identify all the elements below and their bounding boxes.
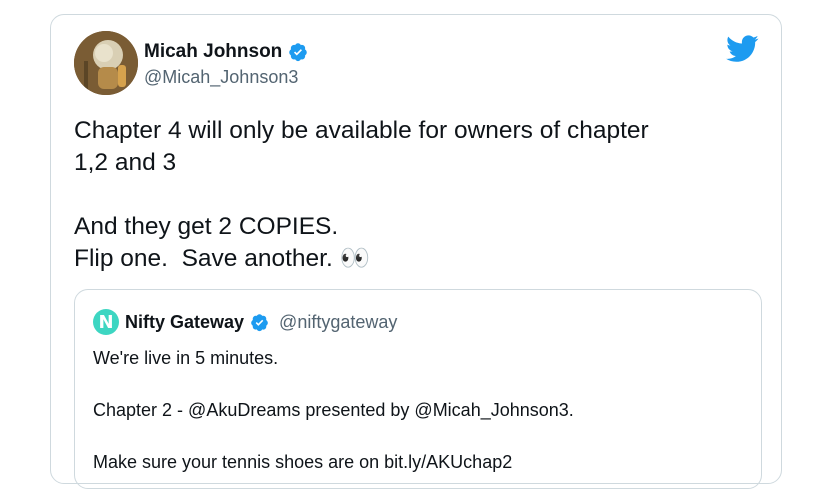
quoted-tweet-body: We're live in 5 minutes. Chapter 2 - @Ak… xyxy=(93,345,743,475)
quoted-line-break xyxy=(93,423,743,449)
tweet-card[interactable]: Micah Johnson @Micah_Johnson3 Chapter 4 … xyxy=(50,14,782,489)
author-avatar[interactable] xyxy=(74,31,138,95)
tweet-line: Chapter 4 will only be available for own… xyxy=(74,117,649,144)
quoted-author-handle[interactable]: @niftygateway xyxy=(279,312,397,333)
quoted-tweet-header: N Nifty Gateway @niftygateway xyxy=(93,309,397,335)
quoted-author-name[interactable]: Nifty Gateway xyxy=(125,312,244,333)
author-name[interactable]: Micah Johnson xyxy=(144,41,282,63)
quoted-line-break xyxy=(93,371,743,397)
quoted-line: Make sure your tennis shoes are on bit.l… xyxy=(93,452,513,472)
tweet-line: Flip one. Save another. 👀 xyxy=(74,245,371,272)
quoted-author-avatar[interactable]: N xyxy=(93,309,119,335)
quoted-line: Chapter 2 - @AkuDreams presented by @Mic… xyxy=(93,400,574,420)
verified-badge-icon xyxy=(288,42,308,62)
tweet-line: And they get 2 COPIES. xyxy=(74,213,339,240)
author-handle[interactable]: @Micah_Johnson3 xyxy=(144,67,298,88)
quoted-line: We're live in 5 minutes. xyxy=(93,348,279,368)
author-name-row: Micah Johnson xyxy=(144,41,308,63)
tweet-line: 1,2 and 3 xyxy=(74,149,177,176)
quoted-tweet[interactable]: N Nifty Gateway @niftygateway We're live… xyxy=(74,289,762,489)
avatar-image xyxy=(74,31,138,95)
twitter-bird-icon[interactable] xyxy=(726,35,759,63)
tweet-line-break xyxy=(74,179,764,211)
verified-badge-icon xyxy=(250,313,269,332)
tweet-body: Chapter 4 will only be available for own… xyxy=(74,115,764,275)
